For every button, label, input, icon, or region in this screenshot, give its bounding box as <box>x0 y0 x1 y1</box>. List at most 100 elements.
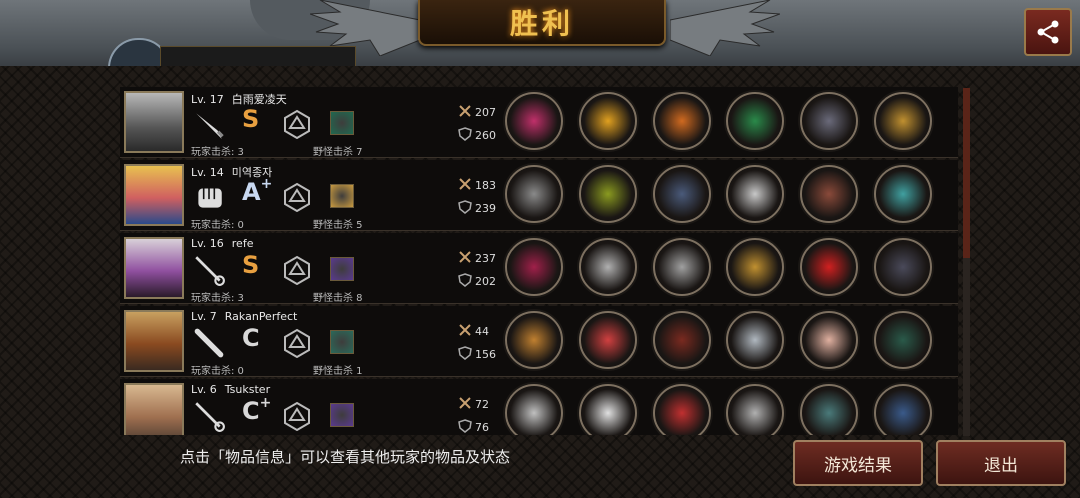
equipment-item-slot[interactable] <box>505 92 563 150</box>
player-level: Lv. 14 <box>191 166 224 179</box>
rank-grade: C+ <box>242 395 272 425</box>
scrollbar[interactable] <box>963 88 970 436</box>
player-kills: 玩家击杀: 3 <box>191 293 244 304</box>
wing-ornament-right <box>670 0 780 56</box>
hint-text: 点击「物品信息」可以查看其他玩家的物品及状态 <box>180 448 511 466</box>
equipment-item-slot[interactable] <box>800 165 858 223</box>
rank-emblem-icon <box>284 328 310 358</box>
pet-icon[interactable] <box>330 111 354 135</box>
shield-icon <box>458 273 472 290</box>
player-level: Lv. 16 <box>191 237 224 250</box>
equipment-item-slot[interactable] <box>874 384 932 435</box>
avatar[interactable] <box>124 91 184 153</box>
equipment-item-slot[interactable] <box>653 311 711 369</box>
defense-stat: 202 <box>458 273 496 290</box>
player-name: refe <box>231 237 254 250</box>
attack-stat: 44 <box>458 323 489 340</box>
equipment-item-slot[interactable] <box>874 165 932 223</box>
player-row[interactable]: Lv. 16 refe S 玩家击杀: 3 野怪击杀 8 237 202 <box>120 233 958 304</box>
shield-icon <box>458 127 472 144</box>
defense-stat: 76 <box>458 419 489 435</box>
player-row[interactable]: Lv. 7 RakanPerfect C 玩家击杀: 0 野怪击杀 1 44 156 <box>120 306 958 377</box>
sword-icon <box>458 396 472 413</box>
sword-icon <box>458 104 472 121</box>
equipment-item-slot[interactable] <box>579 92 637 150</box>
equipment-item-slot[interactable] <box>579 311 637 369</box>
equipment-item-slot[interactable] <box>874 92 932 150</box>
equipment-item-slot[interactable] <box>505 384 563 435</box>
equipment-item-slot[interactable] <box>800 384 858 435</box>
dagger-icon <box>196 113 224 139</box>
rank-grade: C <box>242 324 260 352</box>
avatar[interactable] <box>124 383 184 435</box>
player-list: Lv. 17 白雨爱凌天 S 玩家击杀: 3 野怪击杀 7 207 260 Lv. 14 미역종… <box>120 87 960 435</box>
avatar[interactable] <box>124 310 184 372</box>
equipment-item-slot[interactable] <box>800 311 858 369</box>
exit-button[interactable]: 退出 <box>936 440 1066 486</box>
shield-icon <box>458 346 472 363</box>
player-row[interactable]: Lv. 14 미역종자 A+ 玩家击杀: 0 野怪击杀 5 183 239 <box>120 160 958 231</box>
player-kills: 玩家击杀: 3 <box>191 147 244 158</box>
pet-icon[interactable] <box>330 257 354 281</box>
player-level: Lv. 6 <box>191 383 217 396</box>
player-level: Lv. 7 <box>191 310 217 323</box>
equipment-item-slot[interactable] <box>579 165 637 223</box>
equipment-item-slot[interactable] <box>653 384 711 435</box>
pet-icon[interactable] <box>330 184 354 208</box>
equipment-item-slot[interactable] <box>874 238 932 296</box>
defense-value: 202 <box>475 275 496 288</box>
rapier-icon <box>195 402 225 432</box>
equipment-item-slot[interactable] <box>874 311 932 369</box>
monster-kills: 野怪击杀 1 <box>313 366 363 377</box>
equipment-item-slot[interactable] <box>653 165 711 223</box>
attack-stat: 207 <box>458 104 496 121</box>
equipment-item-slot[interactable] <box>726 384 784 435</box>
attack-value: 183 <box>475 179 496 192</box>
rank-grade: S <box>242 105 260 133</box>
equipment-item-slot[interactable] <box>726 238 784 296</box>
scrollbar-thumb[interactable] <box>963 88 970 258</box>
equipment-item-slot[interactable] <box>800 92 858 150</box>
rapier-icon <box>195 256 225 286</box>
equipment-item-slot[interactable] <box>800 238 858 296</box>
monster-kills: 野怪击杀 8 <box>313 293 363 304</box>
pet-icon[interactable] <box>330 403 354 427</box>
game-result-button[interactable]: 游戏结果 <box>793 440 923 486</box>
rank-grade: A+ <box>242 176 273 206</box>
equipment-item-slot[interactable] <box>726 165 784 223</box>
rank-grade: S <box>242 251 260 279</box>
shield-icon <box>458 200 472 217</box>
equipment-item-slot[interactable] <box>579 238 637 296</box>
avatar[interactable] <box>124 237 184 299</box>
player-level: Lv. 17 <box>191 93 224 106</box>
defense-stat: 239 <box>458 200 496 217</box>
defense-value: 156 <box>475 348 496 361</box>
monster-kills: 野怪击杀 7 <box>313 147 363 158</box>
attack-value: 44 <box>475 325 489 338</box>
equipment-item-slot[interactable] <box>505 165 563 223</box>
avatar[interactable] <box>124 164 184 226</box>
equipment-item-slot[interactable] <box>726 92 784 150</box>
rank-emblem-icon <box>284 182 310 212</box>
attack-value: 237 <box>475 252 496 265</box>
equipment-item-slot[interactable] <box>505 311 563 369</box>
sword-icon <box>458 177 472 194</box>
defense-stat: 260 <box>458 127 496 144</box>
defense-value: 260 <box>475 129 496 142</box>
attack-value: 72 <box>475 398 489 411</box>
pet-icon[interactable] <box>330 330 354 354</box>
equipment-item-slot[interactable] <box>726 311 784 369</box>
defense-stat: 156 <box>458 346 496 363</box>
player-row[interactable]: Lv. 17 白雨爱凌天 S 玩家击杀: 3 野怪击杀 7 207 260 <box>120 87 958 158</box>
equipment-item-slot[interactable] <box>653 92 711 150</box>
sword-icon <box>458 250 472 267</box>
player-row[interactable]: Lv. 6 Tsukster C+ 72 76 <box>120 379 958 435</box>
fist-icon <box>198 188 222 208</box>
equipment-item-slot[interactable] <box>579 384 637 435</box>
victory-title-plate: 胜利 <box>418 0 666 46</box>
attack-stat: 183 <box>458 177 496 194</box>
share-button[interactable] <box>1024 8 1072 56</box>
equipment-item-slot[interactable] <box>505 238 563 296</box>
equipment-item-slot[interactable] <box>653 238 711 296</box>
defense-value: 239 <box>475 202 496 215</box>
